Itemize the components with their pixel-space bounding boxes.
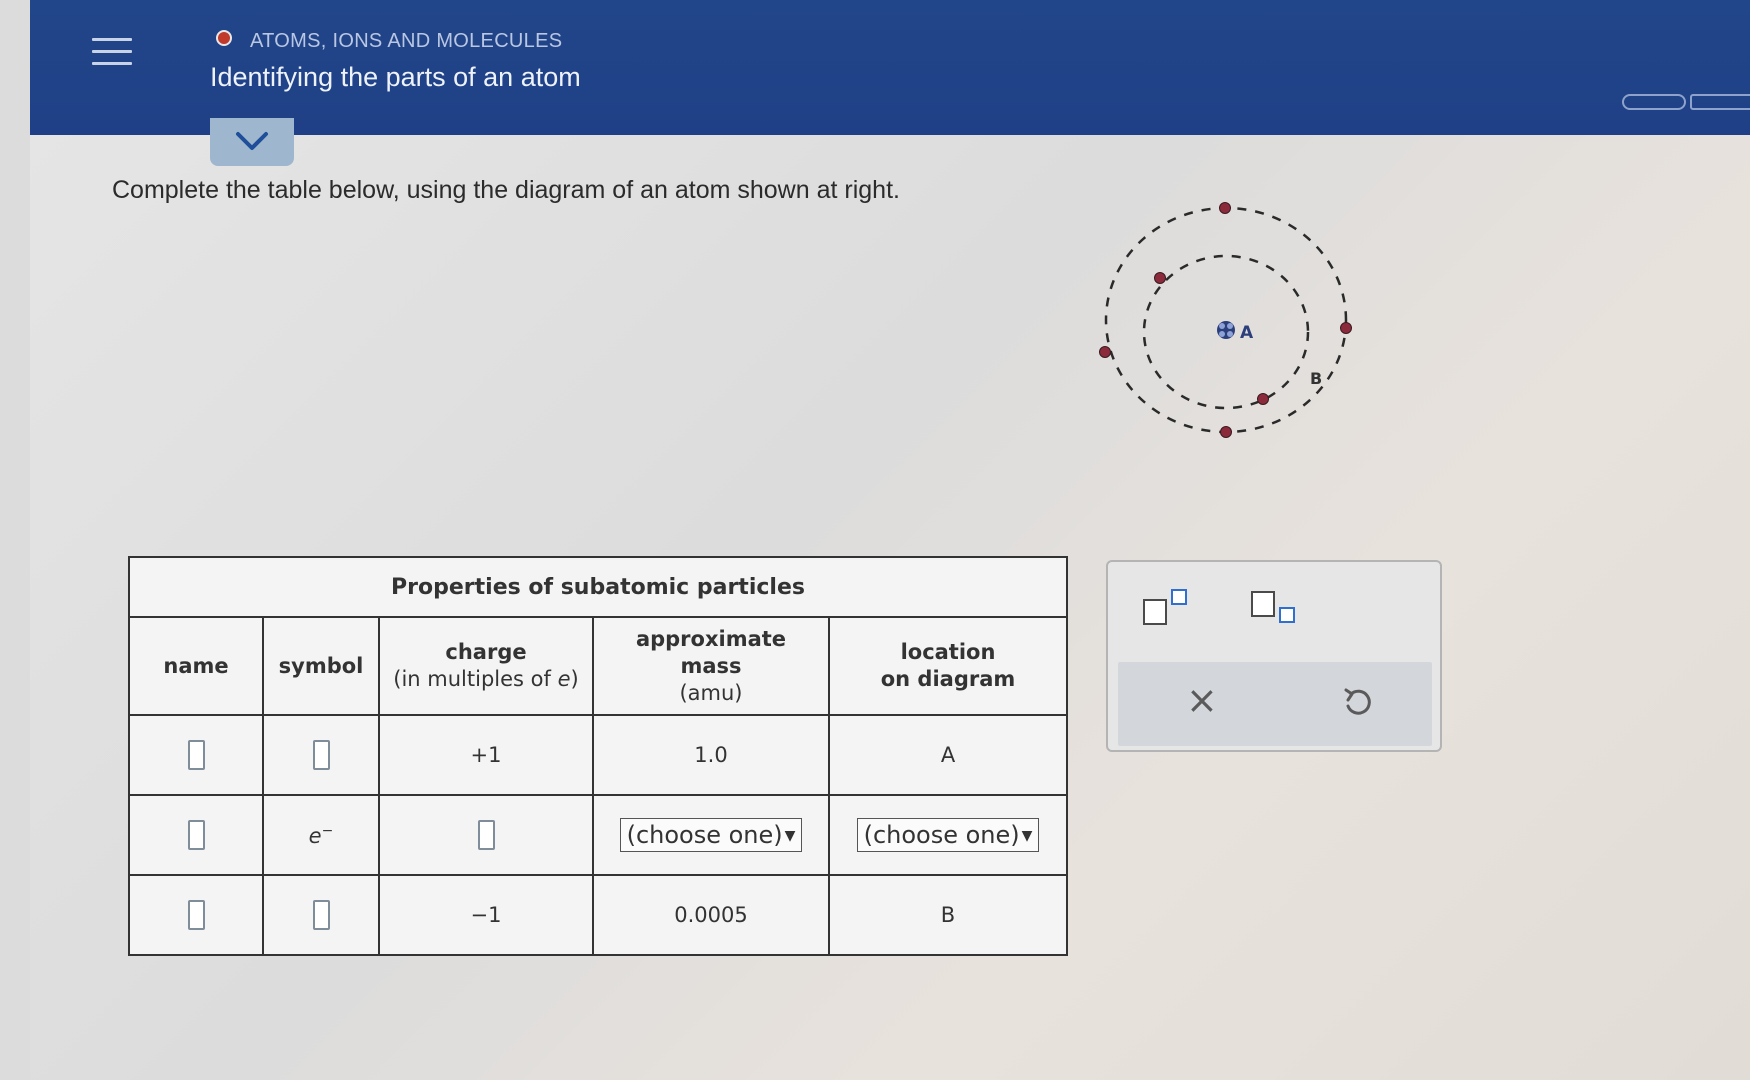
table-row: e− (choose one) ▼ (choose one) ▼ [128,794,1068,876]
charge-input[interactable] [477,820,495,850]
header-charge: charge (in multiples of e) [378,616,594,716]
name-input[interactable] [187,900,205,930]
outer-shell [1104,206,1348,434]
symbol-input[interactable] [312,740,330,770]
symbol-input-cell [262,874,380,956]
chevron-down-icon [236,132,268,150]
location-cell: B [828,874,1068,956]
charge-input-cell [378,794,594,876]
superscript-icon[interactable] [1142,588,1190,628]
header-mass: approximate mass (amu) [592,616,830,716]
subscript-icon[interactable] [1250,588,1298,628]
subatomic-properties-table: Properties of subatomic particles name s… [128,556,1068,956]
clear-icon[interactable]: × [1186,678,1218,722]
location-select-cell: (choose one) ▼ [828,794,1068,876]
tool-action-row [1118,662,1432,746]
symbol-cell: e− [262,794,380,876]
mass-cell: 0.0005 [592,874,830,956]
symbol-input-cell [262,714,380,796]
header-extra-button[interactable] [1690,94,1750,110]
header-toggle-button[interactable] [1622,94,1686,110]
hamburger-menu-icon[interactable] [92,38,132,70]
charge-cell: −1 [378,874,594,956]
symbol-input[interactable] [312,900,330,930]
answer-tools-panel: × [1106,560,1442,752]
label-a: A [1240,323,1254,343]
atom-diagram: A B [1099,202,1352,438]
header-location: location on diagram [828,616,1068,716]
mass-select-cell: (choose one) ▼ [592,794,830,876]
name-input-cell [128,874,264,956]
table-row: +1 1.0 A [128,714,1068,796]
label-b: B [1310,369,1322,388]
name-input[interactable] [187,820,205,850]
location-cell: A [828,714,1068,796]
page-title: Identifying the parts of an atom [210,62,581,92]
header-symbol: symbol [262,616,380,716]
mass-cell: 1.0 [592,714,830,796]
name-input[interactable] [187,740,205,770]
chevron-down-icon: ▼ [784,828,796,844]
name-input-cell [128,714,264,796]
name-input-cell [128,794,264,876]
chevron-down-icon: ▼ [1021,828,1033,844]
section-label: ATOMS, IONS AND MOLECULES [250,30,563,52]
header-name: name [128,616,264,716]
mass-select[interactable]: (choose one) ▼ [619,818,803,852]
table-title: Properties of subatomic particles [128,556,1068,618]
table-row: −1 0.0005 B [128,874,1068,956]
header-charge-sub: (in multiples of e) [393,667,579,691]
status-dot-icon [216,30,232,46]
electron-dots [1099,202,1352,438]
nucleus-icon [1217,321,1235,339]
location-select[interactable]: (choose one) ▼ [856,818,1040,852]
charge-cell: +1 [378,714,594,796]
undo-icon[interactable] [1342,686,1372,720]
collapse-toggle-button[interactable] [210,118,294,166]
instruction-text: Complete the table below, using the diag… [112,176,900,204]
header-charge-label: charge [445,640,527,664]
